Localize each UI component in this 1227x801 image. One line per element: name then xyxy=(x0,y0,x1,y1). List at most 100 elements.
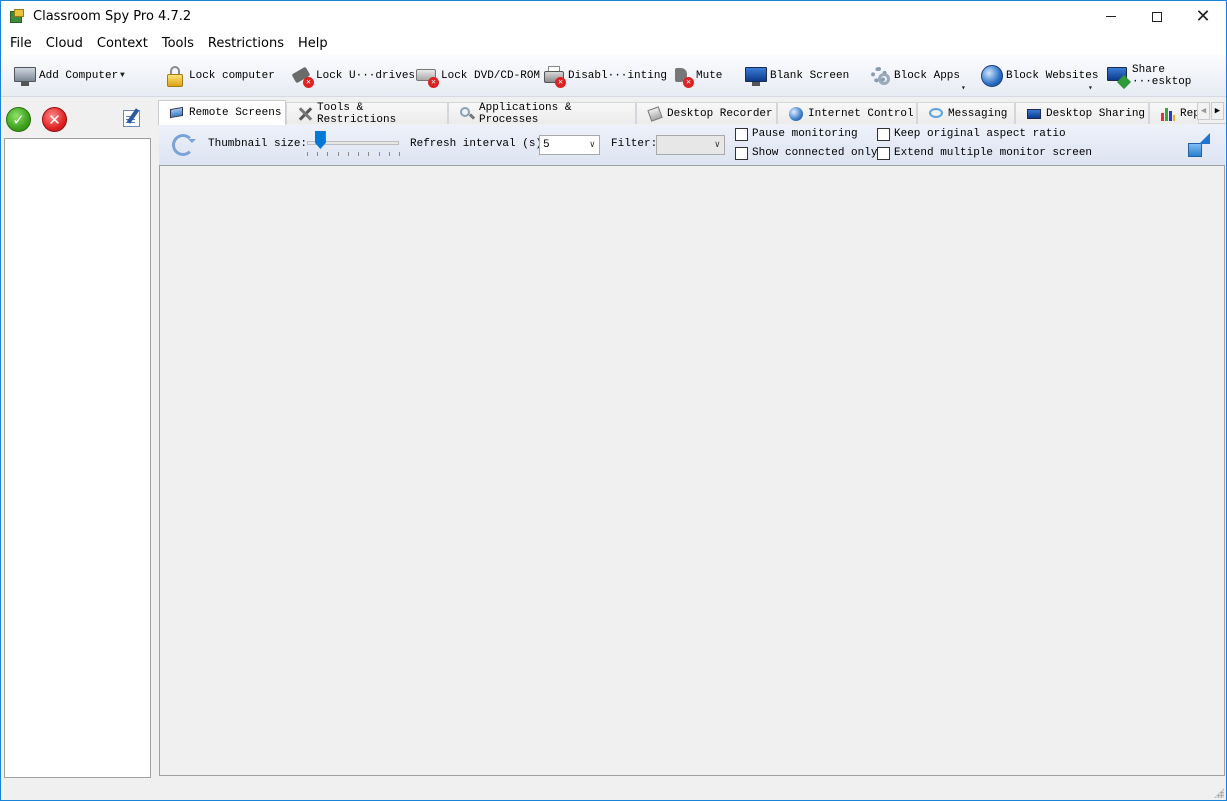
lock-dvd-button[interactable]: ✕ Lock DVD/CD-ROM xyxy=(415,63,540,89)
dvd-lock-icon: ✕ xyxy=(415,64,439,88)
resize-grip-icon[interactable] xyxy=(1214,788,1224,798)
recorder-icon xyxy=(647,105,663,122)
tab-reports[interactable]: Rep xyxy=(1149,102,1200,124)
keep-aspect-ratio-label: Keep original aspect ratio xyxy=(894,128,1066,140)
app-icon xyxy=(10,8,26,25)
close-button[interactable]: ✕ xyxy=(1180,1,1226,32)
add-computer-label: Add Computer xyxy=(39,70,119,82)
padlock-icon xyxy=(163,64,187,88)
extend-monitor-checkbox[interactable] xyxy=(877,147,890,160)
tab-desktop-sharing[interactable]: Desktop Sharing xyxy=(1015,102,1149,124)
open-external-icon[interactable] xyxy=(1188,133,1210,157)
tab-desktop-recorder[interactable]: Desktop Recorder xyxy=(636,102,777,124)
refresh-interval-label: Refresh interval (s): xyxy=(410,138,549,150)
tab-applications-processes[interactable]: Applications & Processes xyxy=(448,101,636,126)
share-desktop-icon xyxy=(1106,64,1132,90)
chart-icon xyxy=(1160,106,1176,122)
disable-printing-label: Disabl···inting xyxy=(568,70,668,82)
menu-bar: File Cloud Context Tools Restrictions He… xyxy=(1,32,1226,55)
monitor-icon xyxy=(169,105,185,121)
filter-select[interactable]: ∨ xyxy=(656,135,725,155)
sharing-icon xyxy=(1026,106,1042,122)
add-computer-button[interactable]: Add Computer xyxy=(13,63,118,89)
tab-label: Desktop Recorder xyxy=(667,107,773,120)
minimize-icon xyxy=(1106,16,1116,17)
tab-remote-screens[interactable]: Remote Screens xyxy=(158,100,286,125)
menu-tools[interactable]: Tools xyxy=(155,32,201,55)
pause-monitoring-label: Pause monitoring xyxy=(752,128,858,140)
block-websites-label: Block Websites xyxy=(1006,70,1099,82)
block-websites-button[interactable]: Block Websites xyxy=(980,63,1098,89)
blank-screen-button[interactable]: Blank Screen xyxy=(744,63,849,89)
thumbnail-size-slider[interactable] xyxy=(314,131,326,149)
block-apps-dropdown-arrow[interactable]: ▾ xyxy=(961,83,966,93)
slider-tick xyxy=(368,152,370,156)
block-apps-button[interactable]: Block Apps xyxy=(868,63,960,89)
add-computer-dropdown-arrow[interactable]: ▼ xyxy=(120,71,125,80)
slider-tick xyxy=(307,152,308,156)
printer-block-icon: ✕ xyxy=(542,64,566,88)
edit-list-button[interactable] xyxy=(120,106,144,130)
remote-screens-panel[interactable] xyxy=(159,165,1225,776)
menu-context[interactable]: Context xyxy=(90,32,155,55)
keep-aspect-ratio-checkbox[interactable] xyxy=(877,128,890,141)
maximize-icon xyxy=(1152,11,1162,22)
globe-icon xyxy=(788,106,804,122)
title-bar: Classroom Spy Pro 4.7.2 ✕ xyxy=(1,1,1226,32)
usb-lock-icon: ✕ xyxy=(290,64,314,88)
close-icon: ✕ xyxy=(1195,6,1211,27)
slider-tick xyxy=(337,152,339,156)
blank-screen-icon xyxy=(744,64,768,88)
refresh-interval-select[interactable]: 5 ∨ xyxy=(539,135,600,155)
tab-label: Desktop Sharing xyxy=(1046,107,1146,120)
speaker-mute-icon: ✕ xyxy=(670,64,694,88)
menu-file[interactable]: File xyxy=(3,32,39,55)
lock-usb-button[interactable]: ✕ Lock U···drives xyxy=(290,63,415,89)
slider-tick xyxy=(388,152,390,156)
disconnect-button[interactable]: ✕ xyxy=(42,107,67,132)
tab-label: Internet Control xyxy=(808,107,914,120)
chevron-down-icon: ∨ xyxy=(589,140,595,150)
share-desktop-button[interactable]: Share ···esktop xyxy=(1106,63,1226,90)
gears-icon xyxy=(868,64,892,88)
tab-label: Remote Screens xyxy=(189,107,282,119)
slider-tick xyxy=(347,152,349,156)
connect-button[interactable]: ✓ xyxy=(6,107,31,132)
menu-restrictions[interactable]: Restrictions xyxy=(201,32,291,55)
mute-label: Mute xyxy=(696,70,723,82)
thumbnail-size-label: Thumbnail size: xyxy=(208,138,308,150)
refresh-icon[interactable] xyxy=(172,134,196,156)
tab-messaging[interactable]: Messaging xyxy=(917,102,1015,124)
tab-scroll-right[interactable]: ▶ xyxy=(1211,102,1224,120)
maximize-button[interactable] xyxy=(1134,1,1180,32)
disable-printing-button[interactable]: ✕ Disabl···inting xyxy=(542,63,667,89)
tab-label: Applications & Processes xyxy=(479,101,572,126)
lock-computer-button[interactable]: Lock computer xyxy=(163,63,275,89)
tab-internet-control[interactable]: Internet Control xyxy=(777,102,917,124)
window-title: Classroom Spy Pro 4.7.2 xyxy=(33,9,192,24)
lock-usb-label: Lock U···drives xyxy=(316,70,416,82)
app-window: Classroom Spy Pro 4.7.2 ✕ File Cloud Con… xyxy=(0,0,1227,801)
share-desktop-label: Share ···esktop xyxy=(1132,64,1192,88)
minimize-button[interactable] xyxy=(1088,1,1134,32)
tab-label: Tools & Restrictions xyxy=(317,101,397,126)
tab-tools-restrictions[interactable]: Tools & Restrictions xyxy=(286,101,448,126)
show-connected-only-checkbox[interactable] xyxy=(735,147,748,160)
globe-icon xyxy=(980,64,1004,88)
blank-screen-label: Blank Screen xyxy=(770,70,850,82)
tab-scroll-left[interactable]: ◀ xyxy=(1197,102,1210,120)
cross-icon: ✕ xyxy=(48,111,61,129)
computer-list[interactable] xyxy=(4,138,151,778)
slider-tick xyxy=(399,152,400,156)
message-icon xyxy=(928,106,944,122)
menu-cloud[interactable]: Cloud xyxy=(39,32,90,55)
add-computer-icon xyxy=(13,64,37,88)
mute-button[interactable]: ✕ Mute xyxy=(670,63,722,89)
pause-monitoring-checkbox[interactable] xyxy=(735,128,748,141)
tab-strip: Remote Screens Tools & Restrictions Appl… xyxy=(158,100,1226,126)
block-websites-dropdown-arrow[interactable]: ▾ xyxy=(1088,83,1093,93)
monitoring-options-bar: Thumbnail size: Refresh interval (s): 5 … xyxy=(159,125,1225,165)
menu-help[interactable]: Help xyxy=(291,32,335,55)
checkmark-icon: ✓ xyxy=(12,111,25,129)
filter-label: Filter: xyxy=(611,138,658,150)
